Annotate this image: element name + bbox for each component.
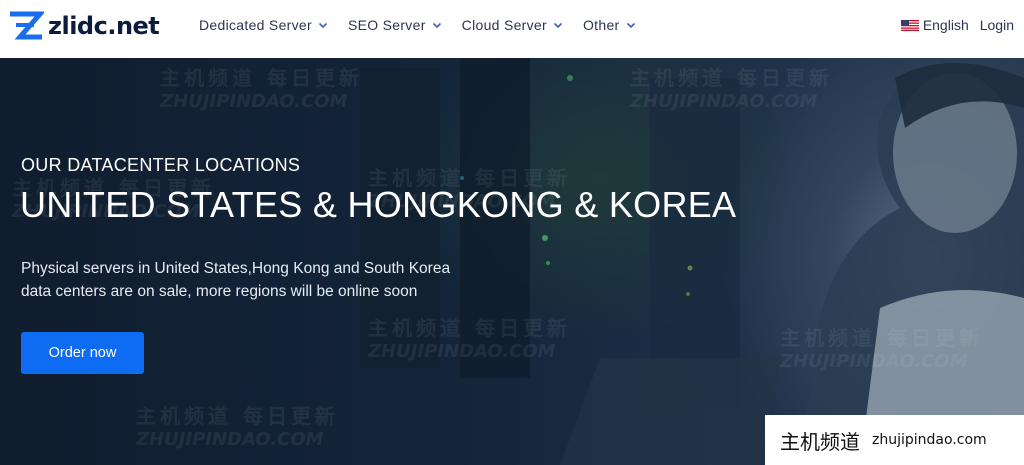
watermark: 主机频道 每日更新 ZHUJIPINDAO.COM <box>630 66 833 112</box>
site-badge: 主机频道 zhujipindao.com <box>765 415 1024 465</box>
hero-description-line: Physical servers in United States,Hong K… <box>21 260 451 277</box>
hero-description-line: data centers are on sale, more regions w… <box>21 283 418 300</box>
us-flag-icon <box>900 19 919 31</box>
watermark: 主机频道 每日更新 ZHUJIPINDAO.COM <box>368 316 571 362</box>
main-nav: Dedicated Server SEO Server Cloud Server… <box>199 0 656 50</box>
order-now-button[interactable]: Order now <box>21 332 144 374</box>
watermark: 主机频道 每日更新 ZHUJIPINDAO.COM <box>136 404 339 450</box>
badge-cn-text: 主机频道 <box>780 429 860 454</box>
hero-eyebrow: OUR DATACENTER LOCATIONS <box>21 155 301 175</box>
nav-label: SEO Server <box>347 17 426 33</box>
nav-label: Dedicated Server <box>199 17 312 33</box>
chevron-down-icon <box>553 22 563 29</box>
hero-banner: 主机频道 每日更新 ZHUJIPINDAO.COM 主机频道 每日更新 ZHUJ… <box>0 58 1024 465</box>
language-switcher[interactable]: English <box>900 17 969 33</box>
top-navbar: zlidc.net Dedicated Server SEO Server Cl… <box>0 0 1024 58</box>
watermark: 主机频道 每日更新 ZHUJIPINDAO.COM <box>160 66 363 112</box>
nav-seo-server[interactable]: SEO Server <box>348 17 442 33</box>
chevron-down-icon <box>432 22 441 29</box>
watermark: 主机频道 每日更新 ZHUJIPINDAO.COM <box>780 326 983 372</box>
z-logo-icon <box>10 11 44 40</box>
nav-label: Other <box>582 17 620 33</box>
logo-text: zlidc.net <box>48 12 160 40</box>
header-actions: English Login <box>900 0 1014 50</box>
nav-other[interactable]: Other <box>583 17 636 33</box>
login-link[interactable]: Login <box>980 17 1014 33</box>
nav-dedicated-server[interactable]: Dedicated Server <box>199 17 328 33</box>
badge-en-text: zhujipindao.com <box>872 432 987 448</box>
language-label: English <box>922 17 969 33</box>
chevron-down-icon <box>318 22 328 29</box>
hero-description: Physical servers in United States,Hong K… <box>21 257 521 303</box>
hero-title: UNITED STATES & HONGKONG & KOREA <box>20 184 737 225</box>
site-logo[interactable]: zlidc.net <box>8 11 160 41</box>
nav-cloud-server[interactable]: Cloud Server <box>462 17 563 33</box>
chevron-down-icon <box>626 22 635 29</box>
nav-label: Cloud Server <box>461 17 547 33</box>
